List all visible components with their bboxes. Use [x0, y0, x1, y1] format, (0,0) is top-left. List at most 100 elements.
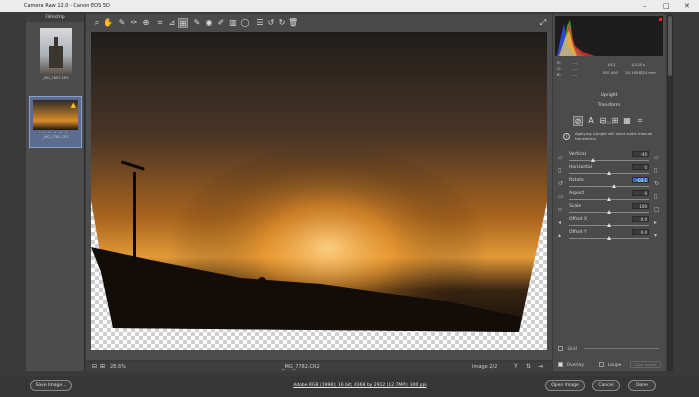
offset-y-icon: ▴	[558, 232, 562, 239]
grid-label: Grid	[567, 347, 577, 352]
graduated-filter-icon[interactable]: ▥	[228, 18, 238, 28]
slider-value[interactable]: 0.0	[632, 229, 649, 235]
color-sampler-icon[interactable]: ✑	[129, 18, 139, 28]
slider-knob[interactable]	[607, 223, 611, 227]
panel-tabs: Transform	[555, 102, 663, 111]
slider-knob[interactable]	[591, 158, 595, 162]
slider-value[interactable]: 0	[632, 190, 649, 196]
slider-value[interactable]: 100	[632, 203, 649, 209]
slider-scale[interactable]: ▫ Scale 100 □	[558, 203, 663, 216]
aperture: f/11	[608, 62, 616, 67]
aspect-icon: ▭	[558, 193, 564, 200]
zoom-icon[interactable]: ⌕	[92, 18, 102, 28]
window-title: Camera Raw 12.0 - Canon EOS 5D	[24, 3, 110, 9]
update-button[interactable]: Update	[593, 120, 621, 125]
slider-value[interactable]: -03.1	[632, 177, 649, 183]
trash-icon[interactable]: 🗑	[288, 18, 298, 28]
slider-label: Vertical	[569, 152, 586, 157]
grid-checkbox[interactable]	[558, 346, 563, 351]
slider-value[interactable]: 0.0	[632, 216, 649, 222]
slider-label: Rotate	[569, 178, 584, 183]
overlay-row: Overlay Loupe Clear Guides	[558, 361, 663, 368]
slider-label: Offset Y	[569, 230, 587, 235]
slider-label: Offset X	[569, 217, 588, 222]
white-balance-icon[interactable]: ✎	[117, 18, 127, 28]
maximize-icon[interactable]: □	[663, 2, 670, 10]
thumb-image: ▲	[33, 100, 78, 130]
scale-right-icon: □	[654, 206, 660, 213]
offset-y-right-icon: ▾	[654, 232, 658, 239]
red-eye-icon[interactable]: ◉	[204, 18, 214, 28]
slider-vertical[interactable]: ⏥ Vertical -40 ⏥	[558, 151, 663, 164]
minimize-icon[interactable]: –	[643, 2, 647, 10]
grid-slider[interactable]	[584, 348, 660, 349]
slider-knob[interactable]	[607, 197, 611, 201]
slider-rotate[interactable]: ↺ Rotate -03.1 ↻	[558, 177, 663, 190]
upright-off-icon[interactable]: ⊘	[573, 116, 583, 126]
warning-icon: ▲	[70, 101, 76, 109]
thumb-image	[39, 28, 72, 74]
slider-knob[interactable]	[607, 210, 611, 214]
right-panel: R: --- G: --- B: --- f/11 1/125 s ISO 40…	[553, 14, 666, 371]
presets-icon[interactable]: ☰	[255, 18, 265, 28]
bottom-bar: Save Image... Adobe RGB (1998); 16 bit; …	[0, 376, 699, 397]
zoom-out-icon[interactable]: ⊟	[92, 363, 97, 370]
toolbar: ⌕ ✋ ✎ ✑ ⊕ ⌗ ⊿ ⊞ ✎ ◉ ✐ ▥ ◯ ☰ ↺ ↻ 🗑 ⤢	[86, 14, 552, 32]
iso: ISO 400	[603, 70, 618, 75]
cancel-button[interactable]: Cancel	[592, 380, 620, 391]
slider-value[interactable]: -40	[632, 151, 649, 157]
info-icon: i	[563, 133, 570, 140]
zoom-in-icon[interactable]: ⊞	[100, 363, 105, 370]
straighten-icon[interactable]: ⊿	[167, 18, 177, 28]
rotate-cw-icon[interactable]: ↻	[277, 18, 287, 28]
b-label: B:	[557, 72, 561, 77]
slider-knob[interactable]	[607, 236, 611, 240]
aspect-right-icon: ▯	[654, 193, 658, 200]
rotate-right-icon: ↻	[654, 180, 660, 187]
section-title: Transform	[597, 103, 621, 108]
slider-horizontal[interactable]: ▯ Horizontal 0 ▯	[558, 164, 663, 177]
adjustment-brush-icon[interactable]: ✐	[216, 18, 226, 28]
rotate-ccw-icon[interactable]: ↺	[266, 18, 276, 28]
image-counter: Image 2/2	[472, 364, 498, 370]
close-icon[interactable]: ✕	[684, 2, 690, 10]
scrollbar-thumb[interactable]	[668, 16, 672, 76]
save-image-button[interactable]: Save Image...	[30, 380, 72, 391]
slider-knob[interactable]	[607, 171, 611, 175]
spot-removal-icon[interactable]: ✎	[192, 18, 202, 28]
overlay-checkbox[interactable]	[558, 362, 563, 367]
histogram	[555, 16, 663, 56]
upright-info-text: Applying Upright will reset some manual …	[575, 131, 653, 141]
radial-filter-icon[interactable]: ◯	[240, 18, 250, 28]
upright-full-icon[interactable]: ▦	[622, 116, 632, 126]
b-value: ---	[573, 72, 578, 77]
slider-offset-y[interactable]: ▴ Offset Y 0.0 ▾	[558, 229, 663, 242]
slider-aspect[interactable]: ▭ Aspect 0 ▯	[558, 190, 663, 203]
open-image-button[interactable]: Open Image	[545, 380, 585, 391]
clear-guides-button[interactable]: Clear Guides	[630, 361, 661, 368]
panel-scrollbar[interactable]	[667, 14, 673, 371]
crop-icon[interactable]: ⌗	[155, 18, 165, 28]
upright-guided-icon[interactable]: ⌗	[635, 116, 645, 126]
filmstrip-thumb[interactable]: _MG_1607.CR2	[29, 28, 82, 80]
copy-settings-icon[interactable]: ⇥	[538, 363, 543, 370]
hand-icon[interactable]: ✋	[103, 18, 113, 28]
loupe-checkbox[interactable]	[599, 362, 605, 367]
done-button[interactable]: Done	[628, 380, 656, 391]
upright-label: Upright	[600, 93, 618, 98]
image-canvas[interactable]	[86, 32, 552, 360]
transform-icon[interactable]: ⊞	[178, 18, 188, 28]
status-bar: ⊟ ⊞ 28.6% _MG_7782.CR2 Image 2/2 Y ⇅ ⇥	[86, 362, 552, 372]
targeted-adjustment-icon[interactable]: ⊕	[141, 18, 151, 28]
before-after-icon[interactable]: Y	[514, 363, 518, 370]
filmstrip-thumb-selected[interactable]: ▲ • • • • • _MG_7782.CR2	[29, 96, 82, 148]
filmstrip-title: Filmstrip	[26, 14, 84, 22]
scale-icon: ▫	[558, 206, 563, 213]
workflow-options-link[interactable]: Adobe RGB (1998); 16 bit; 4368 by 2912 (…	[250, 383, 470, 388]
slider-knob[interactable]	[612, 184, 616, 188]
slider-offset-x[interactable]: ◂ Offset X 0.0 ▸	[558, 216, 663, 229]
zoom-level[interactable]: 28.6%	[110, 364, 126, 370]
swap-icon[interactable]: ⇅	[526, 363, 531, 370]
fullscreen-icon[interactable]: ⤢	[538, 18, 548, 28]
slider-value[interactable]: 0	[632, 164, 649, 170]
